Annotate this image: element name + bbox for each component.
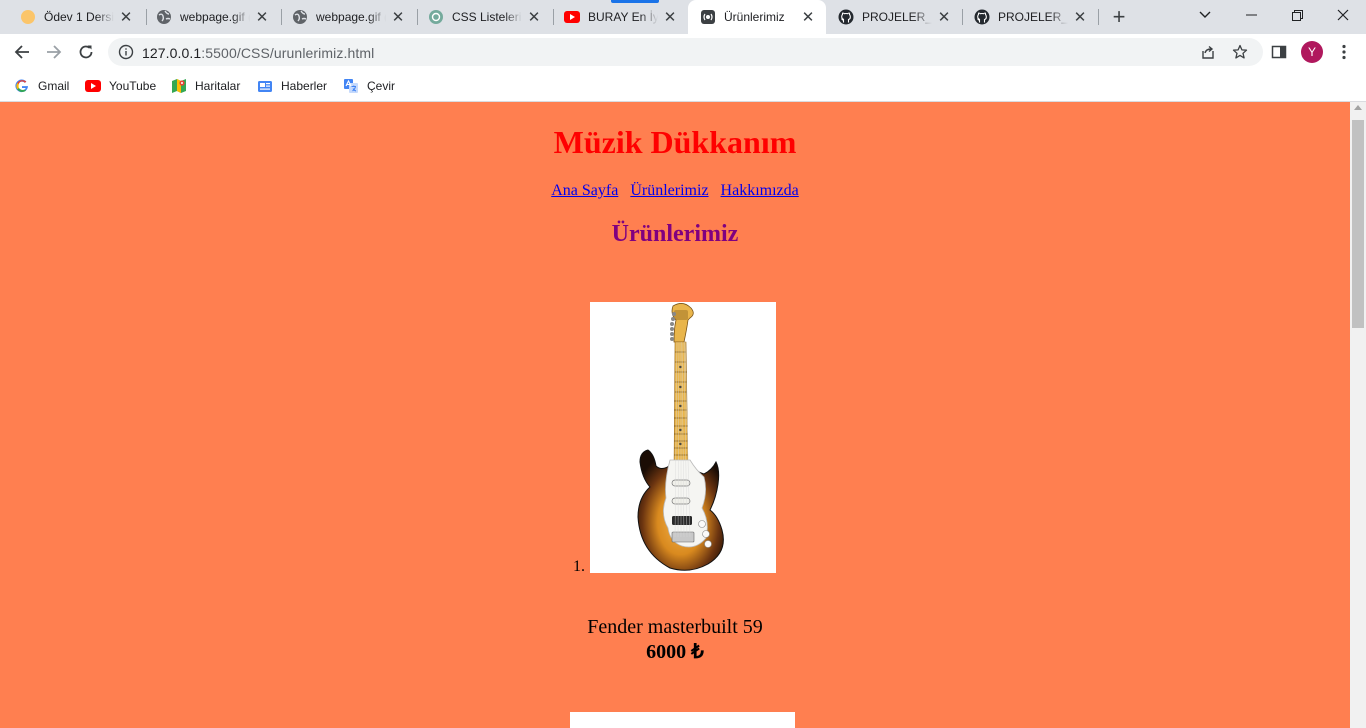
bookmark-label: Çevir	[367, 79, 396, 93]
back-button[interactable]	[8, 38, 36, 66]
chevron-down-icon	[1199, 11, 1211, 18]
close-icon[interactable]: ✕	[800, 9, 816, 26]
list-marker: 1.	[573, 558, 585, 575]
site-nav: Ana Sayfa Ürünlerimiz Hakkımızda	[0, 182, 1350, 200]
maps-icon	[171, 78, 187, 94]
tab-title: Ödev 1 Dersi	[44, 10, 114, 24]
restore-button[interactable]	[1274, 0, 1320, 30]
translate-icon	[343, 78, 359, 94]
tab-title: webpage.gif (	[316, 10, 386, 24]
bookmark-haberler[interactable]: Haberler	[257, 77, 327, 95]
product-image-guitar	[590, 302, 776, 573]
minimize-icon	[1245, 14, 1257, 16]
github-icon	[838, 9, 854, 25]
tab-urunlerimiz[interactable]: Ürünlerimiz ✕	[688, 0, 826, 34]
bookmark-gmail[interactable]: Gmail	[14, 77, 69, 95]
url-host: 127.0.0.1	[142, 45, 202, 61]
tab-title: BURAY En İyi	[588, 10, 658, 24]
star-icon[interactable]	[1232, 44, 1248, 60]
bookmark-label: Haritalar	[195, 79, 241, 93]
side-panel-icon	[1271, 45, 1287, 59]
reload-icon	[79, 45, 93, 59]
tab-projeler-1[interactable]: PROJELER_SA ✕	[826, 0, 962, 34]
bookmark-cevir[interactable]: Çevir	[343, 77, 395, 95]
tab-buray[interactable]: BURAY En İyi ✕	[552, 0, 688, 34]
live-server-icon	[700, 9, 716, 25]
tab-strip: Ödev 1 Dersi ✕ webpage.gif ( ✕ webpage.g…	[0, 0, 1366, 34]
bookmark-label: YouTube	[109, 79, 157, 93]
arrow-right-icon	[47, 45, 62, 59]
tab-projeler-2[interactable]: PROJELER_SA ✕	[962, 0, 1098, 34]
tab-webpage-gif-1[interactable]: webpage.gif ( ✕	[144, 0, 280, 34]
arrow-left-icon	[14, 45, 29, 59]
bookmark-haritalar[interactable]: Haritalar	[171, 77, 240, 95]
close-icon[interactable]: ✕	[254, 9, 270, 26]
tab-title: Ürünlerimiz	[724, 10, 785, 24]
bookmarks-bar: Gmail YouTube Haritalar Haberler Çevir	[0, 70, 1366, 102]
tab-title: CSS Listeleri (	[452, 10, 522, 24]
close-window-button[interactable]	[1320, 0, 1366, 30]
nav-link-home[interactable]: Ana Sayfa	[551, 182, 618, 199]
page-scrollbar[interactable]	[1350, 102, 1366, 728]
close-icon[interactable]: ✕	[1072, 9, 1088, 26]
bookmark-label: Haberler	[281, 79, 328, 93]
product-image-next	[570, 712, 795, 728]
nav-link-products[interactable]: Ürünlerimiz	[630, 182, 708, 199]
page-content: Müzik Dükkanım Ana Sayfa Ürünlerimiz Hak…	[0, 102, 1350, 728]
browser-toolbar: 127.0.0.1:5500/CSS/urunlerimiz.html Y	[0, 34, 1366, 70]
bookmark-label: Gmail	[38, 79, 70, 93]
close-icon[interactable]: ✕	[662, 9, 678, 26]
orange-circle-icon	[20, 9, 36, 25]
scroll-up-arrow-icon[interactable]	[1354, 105, 1362, 110]
tab-css-listeleri[interactable]: CSS Listeleri ( ✕	[416, 0, 552, 34]
address-bar[interactable]: 127.0.0.1:5500/CSS/urunlerimiz.html	[108, 38, 1263, 66]
site-title: Müzik Dükkanım	[553, 124, 797, 160]
news-icon	[257, 78, 273, 94]
close-icon	[1337, 9, 1349, 21]
google-icon	[14, 78, 30, 94]
minimize-button[interactable]	[1228, 0, 1274, 30]
url-path: :5500/CSS/urunlerimiz.html	[201, 45, 375, 61]
tab-webpage-gif-2[interactable]: webpage.gif ( ✕	[280, 0, 416, 34]
tab-title: PROJELER_SA	[998, 10, 1068, 24]
tab-separator	[1098, 9, 1099, 25]
menu-button[interactable]	[1334, 42, 1354, 62]
product-name: Fender masterbuilt 59	[587, 616, 763, 638]
section-title: Ürünlerimiz	[611, 221, 739, 247]
tab-search-button[interactable]	[1182, 0, 1228, 30]
globe-icon	[292, 9, 308, 25]
close-icon[interactable]: ✕	[936, 9, 952, 26]
guitar-image	[637, 303, 724, 571]
youtube-icon	[85, 78, 101, 94]
youtube-icon	[564, 9, 580, 25]
globe-icon	[156, 9, 172, 25]
scrollbar-thumb[interactable]	[1352, 120, 1364, 328]
nav-link-about[interactable]: Hakkımızda	[721, 182, 799, 199]
tab-odev[interactable]: Ödev 1 Dersi ✕	[8, 0, 144, 34]
more-vert-icon	[1342, 44, 1346, 60]
close-icon[interactable]: ✕	[526, 9, 542, 26]
reload-button[interactable]	[72, 38, 100, 66]
close-icon[interactable]: ✕	[118, 9, 134, 26]
tab-title: webpage.gif (	[180, 10, 250, 24]
share-icon[interactable]	[1200, 44, 1216, 60]
openai-icon	[428, 9, 444, 25]
forward-button[interactable]	[40, 38, 68, 66]
info-icon[interactable]	[118, 44, 134, 60]
github-icon	[974, 9, 990, 25]
new-tab-button[interactable]: +	[1107, 4, 1131, 29]
restore-icon	[1291, 9, 1303, 21]
side-panel-button[interactable]	[1269, 42, 1289, 62]
bookmark-youtube[interactable]: YouTube	[85, 77, 156, 95]
url-text: 127.0.0.1:5500/CSS/urunlerimiz.html	[142, 45, 374, 61]
avatar[interactable]: Y	[1301, 41, 1323, 63]
tab-title: PROJELER_SA	[862, 10, 932, 24]
product-price: 6000 ₺	[646, 641, 704, 663]
close-icon[interactable]: ✕	[390, 9, 406, 26]
